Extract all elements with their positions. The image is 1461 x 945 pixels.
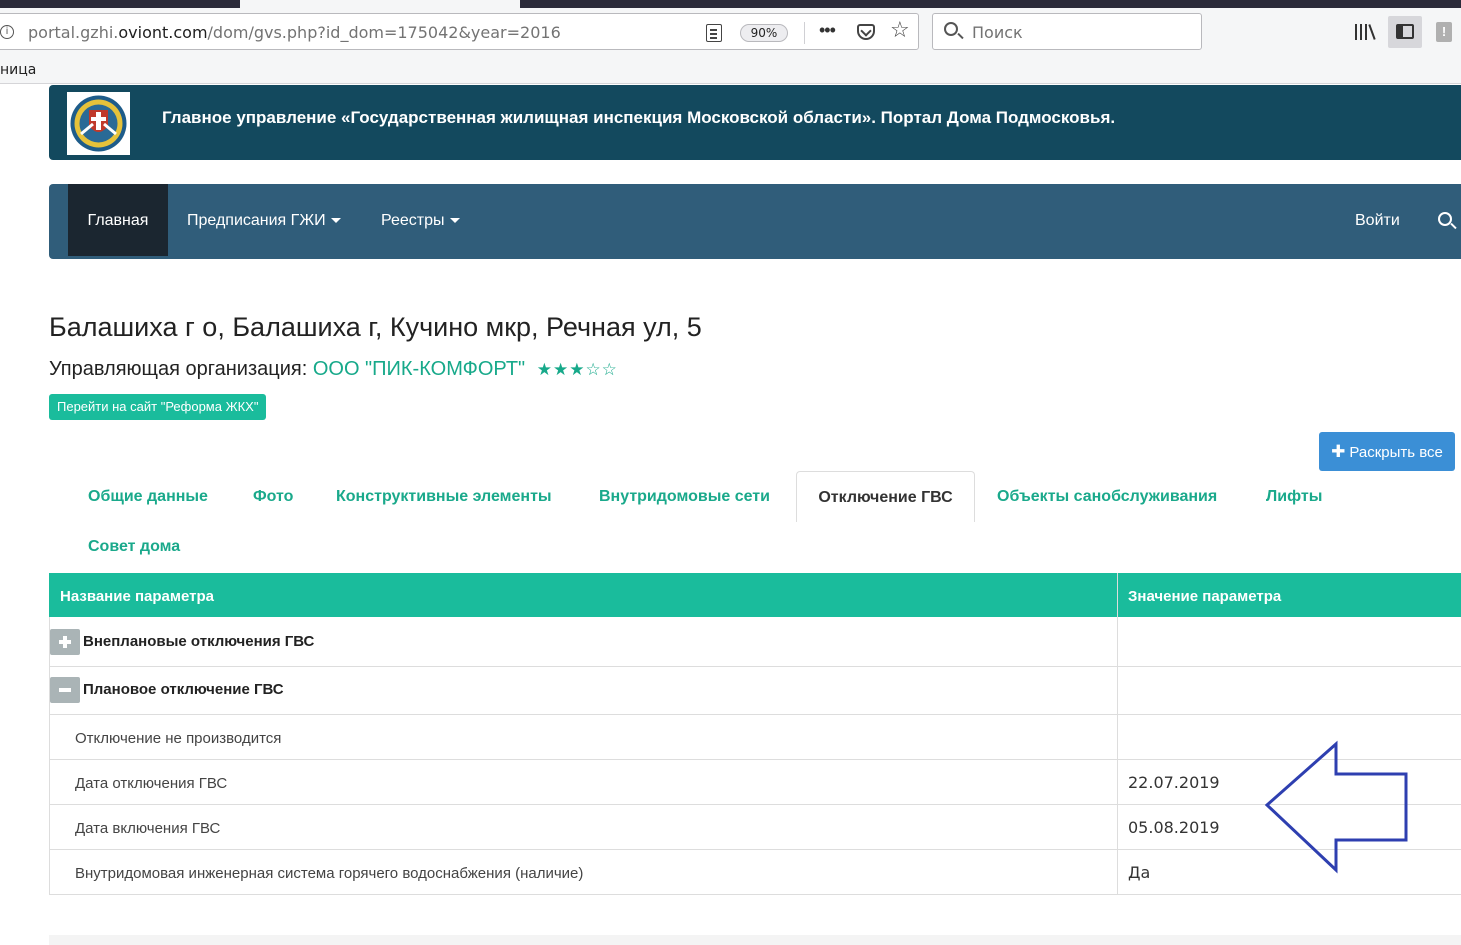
sidebar-toggle-icon[interactable] bbox=[1388, 16, 1422, 48]
table-row bbox=[49, 805, 1461, 850]
tab-in-house-networks[interactable]: Внутридомовые сети bbox=[599, 488, 770, 506]
column-header-value: Значение параметра bbox=[1128, 588, 1282, 605]
tab-elevators[interactable]: Лифты bbox=[1266, 488, 1322, 506]
site-title[interactable]: Главное управление «Государственная жили… bbox=[162, 108, 1115, 128]
browser-active-tab[interactable] bbox=[240, 0, 520, 8]
nav-login[interactable]: Войти bbox=[1355, 184, 1400, 256]
expand-all-label: Раскрыть все bbox=[1349, 444, 1443, 461]
url-host: oviont.com bbox=[118, 23, 208, 42]
expand-all-button[interactable]: ✚ Раскрыть все bbox=[1319, 432, 1455, 471]
footer-strip bbox=[49, 935, 1461, 945]
library-icon[interactable] bbox=[1355, 22, 1377, 42]
tab-hot-water-outage[interactable]: Отключение ГВС bbox=[796, 471, 975, 522]
expand-plus-icon[interactable] bbox=[50, 629, 80, 655]
management-org-label: Управляющая организация: bbox=[49, 358, 308, 380]
nav-prescriptions-dropdown[interactable]: Предписания ГЖИ bbox=[187, 184, 341, 256]
management-org-link[interactable]: ООО "ПИК-КОМФОРТ" bbox=[313, 358, 525, 380]
nav-prescriptions-label: Предписания ГЖИ bbox=[187, 212, 326, 229]
search-icon[interactable] bbox=[1438, 212, 1452, 226]
value-cell: 22.07.2019 bbox=[1128, 773, 1220, 792]
url-text[interactable]: portal.gzhi.oviont.com/dom/gvs.php?id_do… bbox=[28, 23, 561, 42]
group-label-planned[interactable]: Плановое отключение ГВС bbox=[83, 681, 284, 698]
rating-stars: ★★★☆☆ bbox=[536, 360, 618, 380]
tab-house-council[interactable]: Совет дома bbox=[88, 538, 180, 556]
caret-down-icon bbox=[449, 218, 460, 224]
caret-down-icon bbox=[330, 218, 341, 224]
browser-tabstrip bbox=[0, 0, 1461, 8]
tab-photo[interactable]: Фото bbox=[253, 488, 293, 506]
param-cell: Внутридомовая инженерная система горячег… bbox=[75, 865, 584, 882]
tab-structural-elements[interactable]: Конструктивные элементы bbox=[336, 488, 552, 506]
bookmark-item[interactable]: ница bbox=[0, 62, 36, 78]
extension-icon[interactable]: ! bbox=[1436, 22, 1452, 42]
column-divider bbox=[1117, 573, 1118, 895]
value-cell: 05.08.2019 bbox=[1128, 818, 1220, 837]
nav-registries-label: Реестры bbox=[381, 212, 445, 229]
table-row bbox=[49, 760, 1461, 805]
zoom-level-badge[interactable]: 90% bbox=[740, 24, 788, 42]
tab-general-data[interactable]: Общие данные bbox=[88, 488, 208, 506]
url-prefix: portal.gzhi. bbox=[28, 23, 119, 42]
bookmark-star-icon[interactable]: ☆ bbox=[890, 18, 910, 43]
management-org-line: Управляющая организация: ООО "ПИК-КОМФОР… bbox=[49, 358, 618, 381]
toolbar-separator bbox=[804, 22, 805, 44]
info-icon[interactable]: i bbox=[0, 25, 14, 39]
group-label-unplanned[interactable]: Внеплановые отключения ГВС bbox=[83, 633, 314, 650]
house-address-title: Балашиха г о, Балашиха г, Кучино мкр, Ре… bbox=[49, 312, 702, 342]
param-cell: Дата отключения ГВС bbox=[75, 775, 228, 792]
search-icon bbox=[944, 22, 958, 36]
tab-sanitation-objects[interactable]: Объекты санобслуживания bbox=[997, 488, 1217, 506]
column-header-param: Название параметра bbox=[60, 588, 214, 605]
nav-home[interactable]: Главная bbox=[68, 184, 168, 256]
value-cell: Да bbox=[1128, 863, 1151, 882]
param-cell: Отключение не производится bbox=[75, 730, 282, 747]
collapse-minus-icon[interactable] bbox=[50, 677, 80, 703]
bookmarks-bar bbox=[0, 58, 1461, 84]
param-cell: Дата включения ГВС bbox=[75, 820, 221, 837]
annotation-arrow-icon bbox=[1264, 740, 1408, 874]
browser-search-placeholder: Поиск bbox=[972, 23, 1023, 42]
nav-registries-dropdown[interactable]: Реестры bbox=[381, 184, 460, 256]
reader-view-icon[interactable] bbox=[706, 24, 722, 42]
plus-icon: ✚ bbox=[1331, 442, 1346, 461]
logo-emblem-icon bbox=[70, 95, 127, 152]
reform-gkh-button[interactable]: Перейти на сайт "Реформа ЖКХ" bbox=[49, 394, 267, 420]
coat-of-arms-logo[interactable] bbox=[67, 92, 130, 155]
page-actions-icon[interactable]: ••• bbox=[819, 20, 836, 41]
url-path: /dom/gvs.php?id_dom=175042&year=2016 bbox=[207, 23, 561, 42]
